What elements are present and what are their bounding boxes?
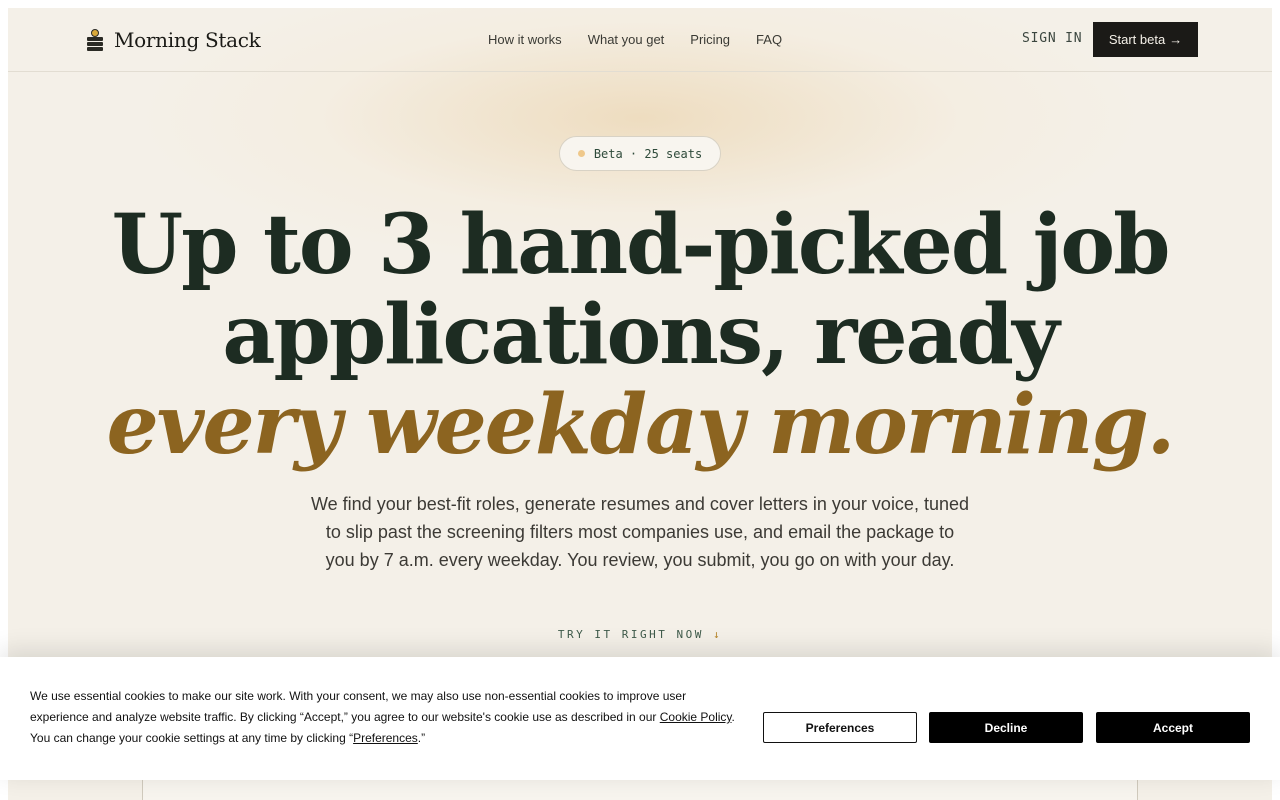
cookie-policy-link[interactable]: Cookie Policy xyxy=(660,710,732,724)
arrow-down-icon: ↓ xyxy=(712,628,723,641)
try-it-cta[interactable]: TRY IT RIGHT NOW ↓ xyxy=(8,628,1272,641)
headline-line-2: applications, ready xyxy=(222,287,1059,383)
site-header: Morning Stack How it works What you get … xyxy=(8,8,1272,72)
nav-faq[interactable]: FAQ xyxy=(756,32,782,47)
brand-logo[interactable]: Morning Stack xyxy=(86,27,261,53)
hero-subtext: We find your best-fit roles, generate re… xyxy=(311,494,969,570)
nav-what-you-get[interactable]: What you get xyxy=(588,32,665,47)
hero-headline: Up to 3 hand-picked job applications, re… xyxy=(8,200,1272,470)
decline-button[interactable]: Decline xyxy=(929,712,1083,743)
headline-accent: every weekday morning. xyxy=(106,377,1176,473)
stack-sun-icon xyxy=(86,29,104,51)
brand-name: Morning Stack xyxy=(114,28,261,52)
sign-in-link[interactable]: SIGN IN xyxy=(1022,31,1082,46)
beta-badge: Beta · 25 seats xyxy=(559,136,721,171)
status-dot-icon xyxy=(577,150,585,157)
cookie-text-part-3: .” xyxy=(417,731,426,745)
arrow-right-icon: → xyxy=(1169,32,1183,47)
nav-how-it-works[interactable]: How it works xyxy=(488,32,562,47)
preferences-link[interactable]: Preferences xyxy=(353,731,418,745)
preferences-button[interactable]: Preferences xyxy=(763,712,917,743)
main-nav: How it works What you get Pricing FAQ xyxy=(488,32,782,47)
cookie-banner: We use essential cookies to make our sit… xyxy=(0,657,1280,780)
try-it-label: TRY IT RIGHT NOW xyxy=(557,628,704,641)
start-beta-button[interactable]: Start beta → xyxy=(1093,22,1198,57)
headline-line-1: Up to 3 hand-picked job xyxy=(111,197,1171,293)
nav-pricing[interactable]: Pricing xyxy=(690,32,730,47)
cookie-text: We use essential cookies to make our sit… xyxy=(30,686,742,749)
accept-button[interactable]: Accept xyxy=(1096,712,1250,743)
start-beta-label: Start beta xyxy=(1108,32,1166,47)
cookie-text-part-1: We use essential cookies to make our sit… xyxy=(30,689,687,724)
beta-badge-label: Beta · 25 seats xyxy=(593,146,703,161)
